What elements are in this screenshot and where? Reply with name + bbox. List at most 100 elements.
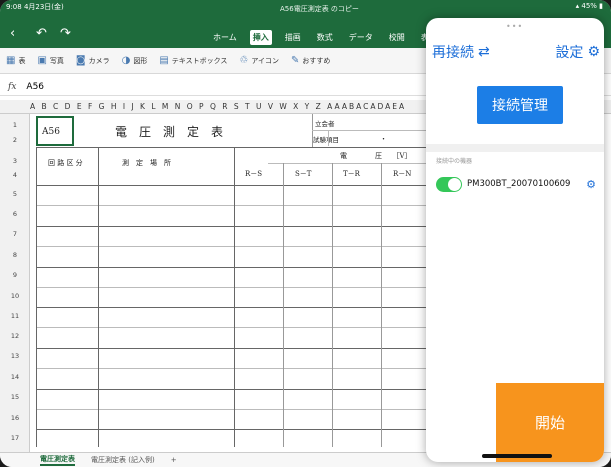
tab-formulas[interactable]: 数式 (314, 30, 336, 45)
tab-data[interactable]: データ (346, 30, 376, 45)
device-name: PM300BT_20070100609 (467, 179, 571, 189)
device-row: PM300BT_20070100609 ⚙ (436, 176, 602, 192)
settings-button[interactable]: 設定 ⚙ (555, 42, 600, 62)
row-number[interactable]: 8 (0, 251, 30, 259)
tab-draw[interactable]: 描画 (282, 30, 304, 45)
divider (36, 226, 456, 227)
divider (36, 287, 456, 288)
row-number[interactable]: 9 (0, 271, 30, 279)
divider (36, 368, 456, 369)
row-number[interactable]: 16 (0, 414, 30, 422)
gear-icon: ⚙ (587, 44, 600, 60)
ipad-screen: 9:08 4月23日(金) ▴ 45% ▮ A56電圧測定表 のコピー ‹ ↶ … (0, 0, 611, 467)
settings-label: 設定 (555, 45, 584, 61)
divider (36, 327, 456, 328)
add-sheet-button[interactable]: + (171, 456, 177, 464)
tab-home[interactable]: ホーム (210, 30, 240, 45)
divider (381, 163, 382, 447)
phase-st: S－T (295, 170, 312, 178)
tab-insert[interactable]: 挿入 (249, 30, 272, 45)
tester-label: 試験項目 (313, 136, 339, 144)
connection-panel: ••• 再接続 ⇄ 設定 ⚙ 接続管理 接続中の機器 PM300BT_20070… (426, 18, 604, 462)
phase-rs: R－S (245, 170, 263, 178)
row-number[interactable]: 7 (0, 230, 30, 238)
fx-icon: fx (8, 81, 17, 92)
row-number[interactable]: 10 (0, 292, 30, 300)
divider (36, 205, 456, 206)
reconnect-button[interactable]: 再接続 ⇄ (432, 42, 490, 62)
row-number[interactable]: 17 (0, 434, 30, 442)
divider (332, 163, 333, 447)
insert-table-button[interactable]: ▦ 表 (6, 55, 25, 66)
witness-label: 立会者 (315, 120, 335, 128)
divider (36, 348, 456, 349)
row-number[interactable]: 5 (0, 190, 30, 198)
divider (36, 429, 456, 430)
document-title: A56電圧測定表 のコピー (280, 5, 359, 13)
photo-icon: ▣ (37, 55, 47, 66)
textbox-icon: ▤ (159, 55, 169, 66)
row-headers: 1 2 3 4 5 6 7 8 9 10 11 12 13 14 15 16 1… (0, 114, 30, 454)
row-number[interactable]: 15 (0, 393, 30, 401)
insert-camera-button[interactable]: ◙ カメラ (76, 55, 110, 66)
divider (36, 185, 456, 186)
device-toggle[interactable] (436, 176, 462, 192)
insert-shapes-button[interactable]: ◑ 図形 (122, 55, 148, 66)
sheet-title: 電 圧 測 定 表 (115, 125, 224, 139)
location-header: 測 定 場 所 (122, 159, 171, 167)
home-indicator (482, 454, 552, 458)
row-number[interactable]: 14 (0, 373, 30, 381)
divider (36, 147, 456, 148)
back-icon[interactable]: ‹ (10, 26, 15, 41)
voltage-header: 電 圧 ［V］ (340, 152, 412, 160)
divider (98, 147, 99, 447)
phase-rn: R－N (393, 170, 412, 178)
swap-arrows-icon: ⇄ (478, 44, 490, 60)
row-number[interactable]: 3 (0, 157, 30, 165)
circuit-header: 回 路 区 分 (48, 159, 83, 167)
table-icon: ▦ (6, 55, 16, 66)
row-number[interactable]: 2 (0, 136, 30, 144)
spreadsheet-grid[interactable]: A56 電 圧 測 定 表 立会者 試験項目 ・ 回 路 区 分 測 定 場 所… (30, 114, 456, 452)
name-box[interactable]: A56 (26, 82, 44, 92)
redo-icon[interactable]: ↷ (60, 26, 71, 41)
shapes-icon: ◑ (121, 55, 131, 66)
section-divider (426, 144, 604, 152)
row-number[interactable]: 12 (0, 332, 30, 340)
row-number[interactable]: 13 (0, 352, 30, 360)
device-settings-gear-icon[interactable]: ⚙ (586, 178, 596, 191)
tab-review[interactable]: 校閲 (386, 30, 408, 45)
insert-textbox-button[interactable]: ▤ テキストボックス (159, 55, 227, 66)
recommended-charts-button[interactable]: ✎ おすすめ (291, 55, 330, 66)
row-number[interactable]: 11 (0, 312, 30, 320)
cell-a56: A56 (42, 127, 60, 137)
reconnect-label: 再接続 (432, 45, 474, 61)
phase-tr: T－R (343, 170, 360, 178)
status-time: 9:08 4月23日(金) (6, 3, 64, 11)
connection-management-button[interactable]: 接続管理 (477, 86, 563, 124)
divider (234, 147, 235, 447)
row-number[interactable]: 6 (0, 210, 30, 218)
row-number[interactable]: 4 (0, 171, 30, 179)
divider (268, 163, 450, 164)
ribbon-tabs: ホーム 挿入 描画 数式 データ 校閲 表示 (210, 30, 440, 45)
insert-photo-button[interactable]: ▣ 写真 (37, 55, 63, 66)
status-battery: ▴ 45% ▮ (575, 2, 603, 10)
insert-icons-button[interactable]: ♲ アイコン (239, 55, 279, 66)
sheet-tab-example[interactable]: 電圧測定表 (記入例) (91, 455, 155, 465)
row-number[interactable]: 1 (0, 121, 30, 129)
divider (36, 147, 37, 447)
camera-icon: ◙ (75, 55, 86, 66)
divider (328, 130, 329, 146)
icons-icon: ♲ (239, 55, 249, 66)
recommend-icon: ✎ (291, 55, 300, 66)
undo-icon[interactable]: ↶ (36, 26, 47, 41)
start-button[interactable]: 開始 (496, 383, 604, 462)
divider (36, 389, 456, 390)
divider (283, 163, 284, 447)
sheet-tab-voltage[interactable]: 電圧測定表 (40, 454, 75, 466)
connected-devices-label: 接続中の機器 (436, 158, 473, 165)
divider (36, 409, 456, 410)
divider (36, 246, 456, 247)
panel-grabber[interactable]: ••• (506, 22, 523, 31)
